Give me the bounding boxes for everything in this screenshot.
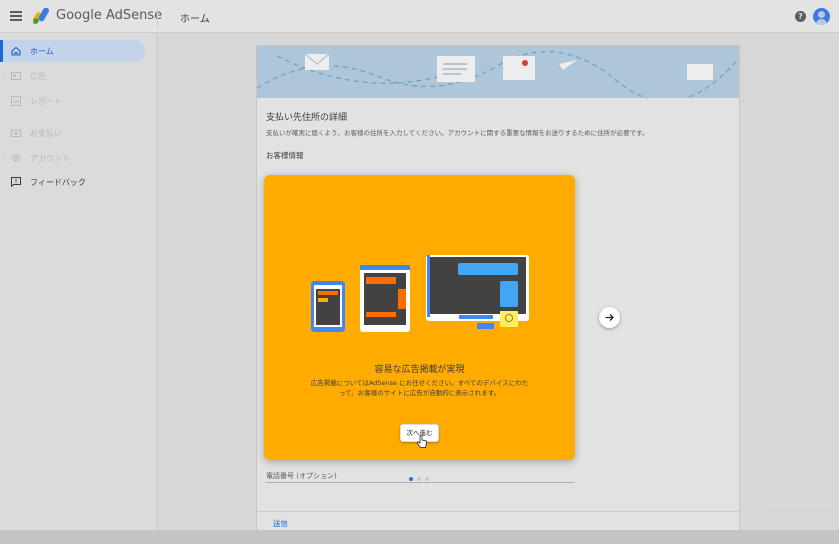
help-icon[interactable]: ? — [795, 11, 806, 22]
avatar[interactable] — [813, 8, 830, 25]
sidebar-item-home[interactable]: ホーム — [0, 40, 145, 62]
sidebar-item-label: フィードバック — [30, 178, 86, 187]
sidebar-item-ads[interactable]: › 広告 — [0, 65, 145, 87]
sidebar: ホーム › 広告 レポート お支払い › アカウント フィードバック — [0, 33, 157, 544]
onboarding-dialog: 容易な広告掲載が実現 広告掲載についてはAdSense にお任せください。すべて… — [264, 175, 575, 460]
chevron-right-icon: › — [3, 153, 6, 161]
card-divider — [257, 511, 739, 512]
bottom-strip — [0, 530, 839, 544]
page-title: ホーム — [180, 14, 210, 25]
modal-body: 広告掲載についてはAdSense にお任せください。すべてのデバイスにわたって、… — [310, 379, 529, 397]
home-icon — [11, 46, 21, 56]
phone-field-label: 電話番号 (オプション) — [266, 472, 337, 480]
brand-name: Google AdSense — [56, 8, 163, 23]
pager-dot-3[interactable] — [425, 477, 429, 481]
submit-button[interactable]: 送信 — [273, 518, 288, 529]
modal-title: 容易な広告掲載が実現 — [374, 365, 465, 375]
menu-icon[interactable] — [10, 11, 22, 21]
devices-illustration — [311, 255, 529, 332]
pager-dot-1[interactable] — [409, 477, 413, 481]
sidebar-item-label: 広告 — [30, 72, 46, 81]
sidebar-item-reports[interactable]: レポート — [0, 90, 145, 112]
next-slide-button[interactable] — [599, 307, 620, 328]
sidebar-item-feedback[interactable]: フィードバック — [0, 171, 145, 193]
customer-info-label: お客様情報 — [266, 151, 304, 160]
sidebar-item-payments[interactable]: お支払い — [0, 122, 145, 144]
feedback-icon — [11, 177, 21, 187]
ads-icon — [11, 72, 21, 80]
phone-input[interactable] — [266, 482, 574, 483]
sidebar-item-label: ホーム — [30, 47, 54, 56]
sidebar-item-label: アカウント — [30, 154, 70, 163]
sidebar-item-account[interactable]: › アカウント — [0, 147, 145, 169]
payments-icon — [11, 129, 21, 137]
pager-dot-2[interactable] — [417, 477, 421, 481]
section-title: 支払い先住所の詳細 — [266, 113, 348, 123]
header-divider — [157, 6, 158, 27]
adsense-logo-icon — [33, 8, 49, 24]
chevron-right-icon: › — [3, 71, 6, 79]
pager-dots — [409, 477, 433, 481]
arrow-right-icon — [605, 314, 614, 321]
sidebar-item-label: レポート — [30, 97, 62, 106]
section-description: 支払いが確実に届くよう、お客様の住所を入力してください。アカウントに関する重要な… — [266, 129, 649, 137]
reports-icon — [11, 96, 21, 106]
sidebar-item-label: お支払い — [30, 129, 62, 138]
mail-banner-illustration — [257, 46, 739, 98]
hand-cursor-icon — [416, 434, 427, 448]
active-indicator — [0, 40, 3, 62]
top-app-bar: Google AdSense ホーム ? — [0, 0, 839, 33]
gear-icon — [11, 153, 21, 163]
